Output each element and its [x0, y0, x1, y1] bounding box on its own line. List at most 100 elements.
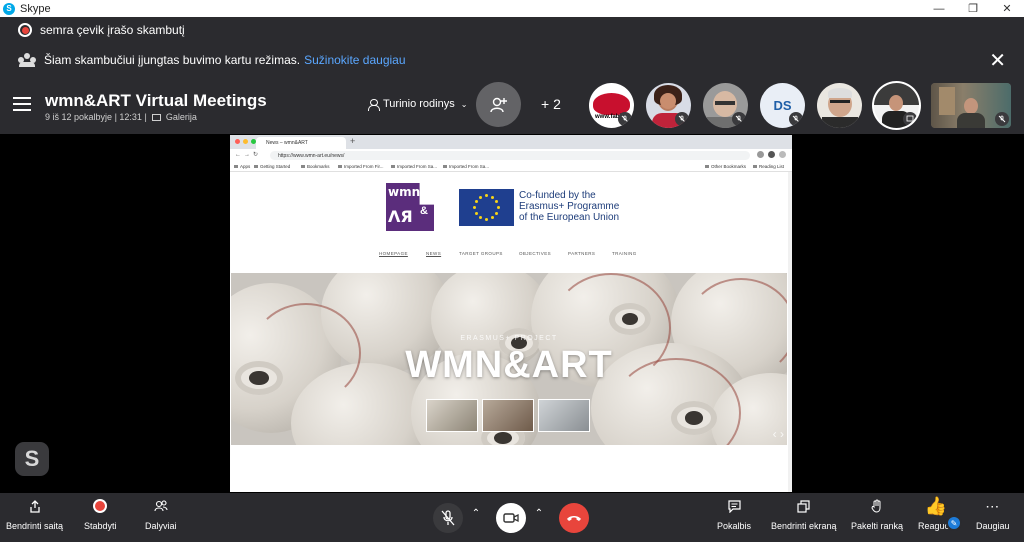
- nav-target-groups[interactable]: TARGET GROUPS: [459, 251, 503, 256]
- participant-avatar[interactable]: [646, 83, 691, 128]
- bookmark-item[interactable]: Getting Started: [254, 164, 290, 169]
- bookmark-item[interactable]: Imported From Sa...: [443, 164, 489, 169]
- mic-off-icon: [675, 112, 689, 126]
- share-link-button[interactable]: Bendrinti saitą: [6, 493, 63, 542]
- chat-button[interactable]: Pokalbis: [717, 493, 751, 542]
- participant-avatar[interactable]: DS: [760, 83, 805, 128]
- add-person-icon: [489, 97, 507, 112]
- audio-options-chevron-icon[interactable]: ⌃: [466, 508, 486, 519]
- hang-up-icon: [567, 516, 581, 521]
- share-screen-button[interactable]: Bendrinti ekraną: [771, 493, 837, 542]
- view-mode[interactable]: Galerija: [166, 112, 197, 122]
- address-bar[interactable]: https://www.wmn-art.eu/news/: [270, 151, 750, 160]
- close-notice-icon[interactable]: ✕: [989, 48, 1006, 73]
- call-toolbar: Bendrinti saitą Stabdyti Dalyviai ⌃ ⌃ Po…: [0, 493, 1024, 542]
- eu-star-icon: [479, 216, 482, 220]
- participant-avatar[interactable]: [817, 83, 862, 128]
- mic-off-icon: [789, 112, 803, 126]
- learn-more-link[interactable]: Sužinokite daugiau: [304, 53, 405, 67]
- call-header: wmn&ART Virtual Meetings 9 iš 12 pokalby…: [0, 76, 1024, 134]
- participants-icon: [154, 493, 168, 519]
- face-shape: [660, 93, 676, 109]
- bookmark-item[interactable]: Bookmarks: [301, 164, 330, 169]
- scrollbar[interactable]: [788, 172, 792, 492]
- participant-video-tile[interactable]: [931, 83, 1011, 128]
- share-icon: [29, 493, 41, 519]
- chevron-down-icon: ⌄: [460, 99, 468, 109]
- participant-avatar[interactable]: [703, 83, 748, 128]
- recording-icon: [18, 23, 32, 37]
- hero-kicker: ERASMUS+ PROJECT: [460, 335, 558, 342]
- mic-off-icon: [618, 112, 632, 126]
- chat-icon: [727, 493, 741, 519]
- hair-shape: [828, 88, 852, 98]
- maximize-icon[interactable]: ❐: [956, 0, 990, 17]
- mic-off-icon: [441, 510, 455, 526]
- bookmark-item[interactable]: Imported From Fir...: [338, 164, 384, 169]
- face-shape: [964, 98, 978, 114]
- gallery-thumbnail[interactable]: [426, 399, 478, 432]
- hero-banner: ERASMUS+ PROJECT WMN&ART ‹ ›: [231, 273, 787, 445]
- gallery-icon: [152, 114, 162, 121]
- browser-nav-icons[interactable]: ←→↻: [235, 151, 261, 158]
- wmn-art-logo[interactable]: wmn ΛЯ &: [386, 183, 434, 231]
- participant-avatar[interactable]: www.fabk: [589, 83, 634, 128]
- nav-objectives[interactable]: OBJECTIVES: [519, 251, 551, 256]
- browser-tab[interactable]: News – wmn&ART: [256, 137, 346, 149]
- eu-star-icon: [495, 200, 499, 203]
- mic-off-icon: [732, 112, 746, 126]
- nav-training[interactable]: TRAINING: [612, 251, 637, 256]
- more-participants-count[interactable]: + 2: [541, 96, 561, 112]
- bookmark-item[interactable]: Reading List: [753, 164, 784, 169]
- content-view-dropdown[interactable]: Turinio rodinys ⌄: [368, 98, 468, 111]
- slider-arrows-icon[interactable]: ‹ ›: [773, 427, 784, 441]
- video-toggle-button[interactable]: [496, 503, 526, 533]
- shelf-shape: [939, 87, 955, 115]
- jar-mouth-shape: [609, 303, 651, 335]
- bookmark-item[interactable]: Other Bookmarks: [705, 164, 746, 169]
- add-people-button[interactable]: [476, 82, 521, 127]
- participant-avatar[interactable]: [874, 83, 919, 128]
- shared-screen[interactable]: News – wmn&ART + ←→↻ https://www.wmn-art…: [230, 135, 792, 492]
- raise-hand-button[interactable]: Pakelti ranką: [851, 493, 903, 542]
- eu-star-icon: [474, 212, 478, 215]
- minimize-icon[interactable]: —: [922, 0, 956, 17]
- close-icon[interactable]: ✕: [990, 0, 1024, 17]
- nav-partners[interactable]: PARTNERS: [568, 251, 595, 256]
- meeting-info: 9 iš 12 pokalbyje | 12:31 | Galerija: [45, 112, 197, 122]
- gallery-thumbnail[interactable]: [482, 399, 534, 432]
- eu-star-icon: [495, 212, 499, 215]
- share-screen-icon: [797, 493, 810, 519]
- mute-toggle-button[interactable]: [433, 503, 463, 533]
- eu-star-icon: [497, 206, 500, 209]
- bookmarks-bar: Apps Getting Started Bookmarks Imported …: [230, 162, 792, 172]
- nav-news[interactable]: NEWS: [426, 251, 441, 256]
- participants-button[interactable]: Dalyviai: [145, 493, 177, 542]
- end-call-button[interactable]: [559, 503, 589, 533]
- gallery-thumbnail[interactable]: [538, 399, 590, 432]
- content-view-label: Turinio rodinys: [383, 98, 455, 110]
- eu-star-icon: [479, 195, 482, 199]
- pencil-icon[interactable]: ✎: [946, 515, 962, 531]
- bookmark-item[interactable]: Imported From Sa...: [391, 164, 437, 169]
- video-options-chevron-icon[interactable]: ⌃: [529, 508, 549, 519]
- window-controls: — ❐ ✕: [922, 0, 1024, 17]
- eu-star-icon: [485, 194, 488, 197]
- browser-traffic-lights: [235, 139, 256, 144]
- more-options-button[interactable]: ⋯ Daugiau: [976, 493, 1010, 542]
- shirt-shape: [822, 117, 858, 128]
- nav-homepage[interactable]: HOMEPAGE: [379, 251, 408, 256]
- face-shape: [889, 95, 903, 111]
- eu-star-icon: [485, 218, 488, 221]
- browser-address-row: ←→↻ https://www.wmn-art.eu/news/: [230, 149, 792, 162]
- participant-count: 9 iš 12 pokalbyje: [45, 112, 113, 122]
- screen-share-icon: [903, 112, 917, 126]
- new-tab-icon[interactable]: +: [350, 136, 355, 146]
- browser-toolbar-icons[interactable]: [757, 151, 786, 158]
- thumbs-up-icon: 👍: [924, 495, 948, 516]
- bookmark-item[interactable]: Apps: [234, 164, 250, 169]
- stop-recording-button[interactable]: Stabdyti: [84, 493, 117, 542]
- recording-banner: semra çevik įrašo skambutį: [0, 17, 1024, 43]
- menu-icon[interactable]: [13, 97, 31, 111]
- recording-stop-icon: [95, 501, 106, 511]
